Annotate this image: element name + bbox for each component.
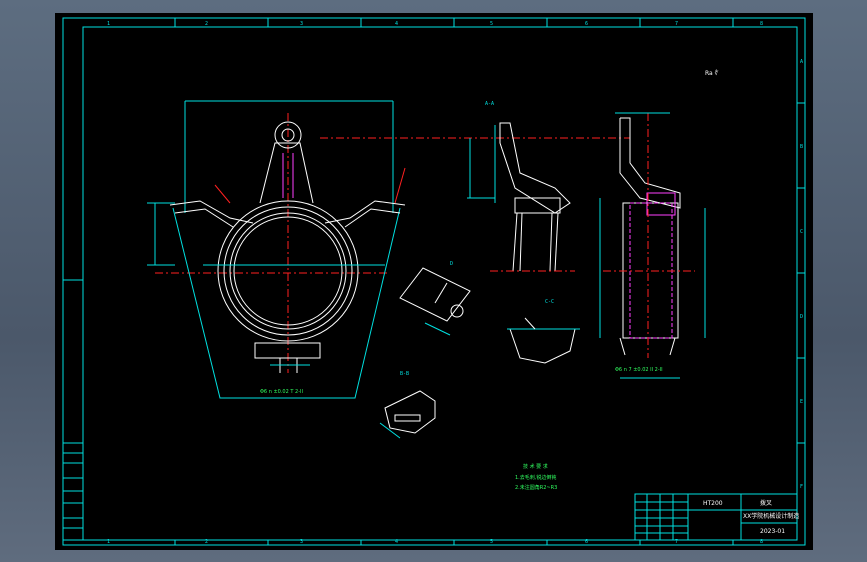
zone-letter-bottom-4: 4	[395, 539, 398, 545]
section-label-b: B-B	[400, 371, 409, 377]
zone-letter-top-8: 8	[760, 21, 763, 27]
zone-letter-side-a: A	[800, 59, 803, 65]
zone-letter-bottom-1: 1	[107, 539, 110, 545]
zone-letter-bottom-6: 6	[585, 539, 588, 545]
detail-view-d	[399, 267, 471, 336]
bottom-zone-ticks	[174, 540, 734, 545]
surface-finish-note: Ra ∜	[705, 69, 719, 77]
front-view-note: Φ6 n ±0.02 T 2-II	[260, 389, 303, 395]
inner-frame	[82, 26, 798, 541]
tech-requirements-title: 技 术 要 求	[523, 463, 548, 470]
tech-requirements-line-1: 1.去毛刺,锐边倒钝	[515, 474, 556, 481]
section-view-b	[379, 390, 436, 439]
zone-letter-side-b: B	[800, 144, 803, 150]
zone-letter-top-1: 1	[107, 21, 110, 27]
zone-letter-top-3: 3	[300, 21, 303, 27]
title-block-school: XX学院机械设计制造	[743, 512, 799, 520]
top-zone-ticks	[174, 18, 734, 27]
title-block-material: HT200	[703, 500, 723, 507]
title-block-part-name: 拨叉	[760, 499, 772, 507]
outer-frame	[62, 17, 806, 546]
side-view	[599, 112, 706, 379]
zone-letter-top-5: 5	[490, 21, 493, 27]
cad-drawing-canvas: 1 2 3 4 5 6 7 8 1 2 3 4 5 6 7 8 A B C D …	[62, 17, 806, 546]
zone-letter-side-d: D	[800, 314, 803, 320]
section-view-a	[467, 122, 575, 272]
cad-viewport[interactable]: 1 2 3 4 5 6 7 8 1 2 3 4 5 6 7 8 A B C D …	[55, 13, 813, 550]
section-view-c	[507, 317, 580, 364]
zone-letter-side-e: E	[800, 399, 803, 405]
zone-letter-bottom-2: 2	[205, 539, 208, 545]
zone-letter-top-6: 6	[585, 21, 588, 27]
detail-view-label: D	[450, 261, 453, 267]
zone-letter-top-7: 7	[675, 21, 678, 27]
zone-letter-bottom-5: 5	[490, 539, 493, 545]
front-view	[147, 100, 630, 399]
tech-requirements-line-2: 2.未注圆角R2~R3	[515, 484, 557, 491]
title-block-drawing-no: 2023-01	[760, 528, 785, 535]
section-label-a: A-A	[485, 101, 494, 107]
left-strip-table	[62, 442, 84, 541]
zone-letter-top-2: 2	[205, 21, 208, 27]
section-label-c: C-C	[545, 299, 554, 305]
zone-letter-side-c: C	[800, 229, 803, 235]
zone-letter-bottom-3: 3	[300, 539, 303, 545]
zone-letter-top-4: 4	[395, 21, 398, 27]
zone-letter-side-f: F	[800, 484, 803, 490]
side-view-note: Φ6 n 7 ±0.02 II 2-II	[615, 367, 663, 373]
